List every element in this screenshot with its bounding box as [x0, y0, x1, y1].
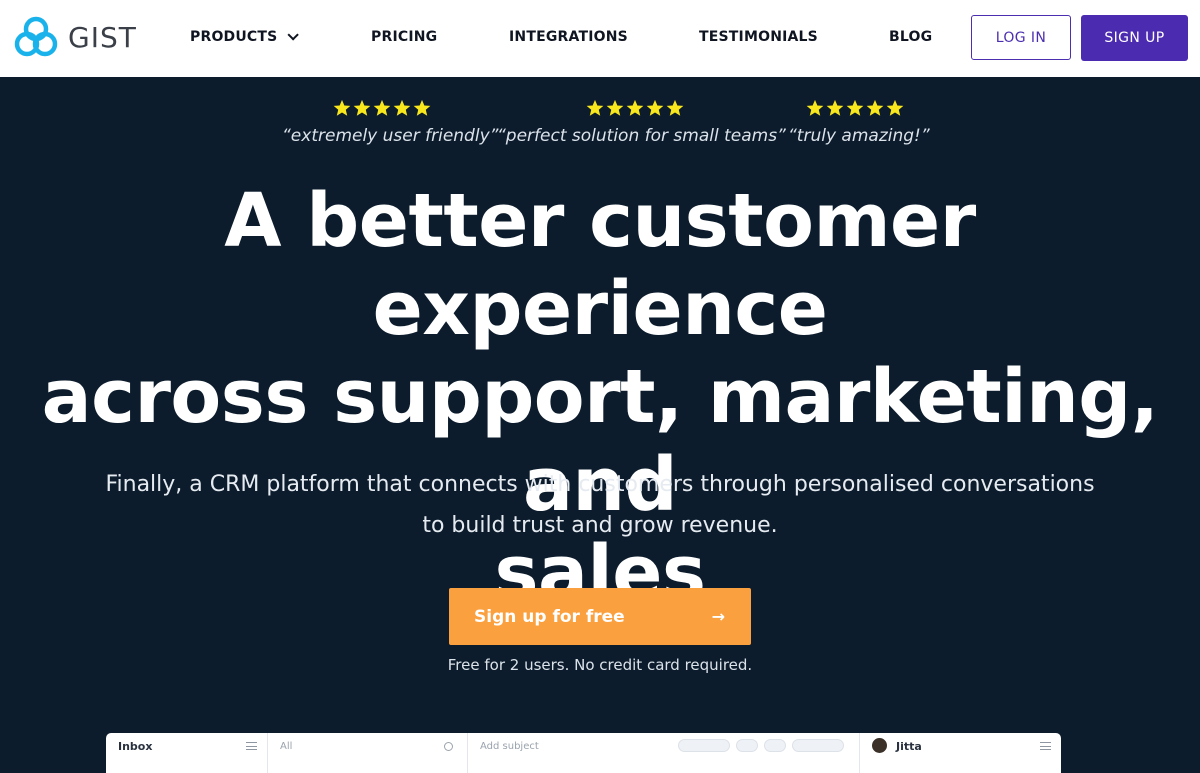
preview-contact-column: Jitta [860, 733, 1061, 773]
chevron-down-icon [287, 29, 300, 41]
menu-icon [246, 742, 257, 750]
review-card: “perfect solution for small teams” [497, 99, 786, 146]
nav-products[interactable]: PRODUCTS [190, 29, 300, 45]
preview-main-column: Add subject [468, 733, 860, 773]
star-icon [626, 99, 644, 116]
star-icon [353, 99, 371, 116]
menu-icon [1040, 742, 1051, 750]
preview-chip [736, 739, 758, 752]
cta-note: Free for 2 users. No credit card require… [447, 656, 753, 674]
preview-contact-name: Jitta [896, 740, 922, 753]
star-rating [282, 99, 482, 117]
hero-subheadline-line: Finally, a CRM platform that connects wi… [105, 472, 1095, 497]
star-icon [806, 99, 824, 116]
nav-integrations[interactable]: INTEGRATIONS [509, 29, 628, 45]
star-icon [826, 99, 844, 116]
brand-name: GIST [68, 20, 137, 54]
star-icon [333, 99, 351, 116]
gist-logo-icon [14, 16, 58, 57]
preview-inbox-label: Inbox [118, 740, 153, 753]
star-icon [646, 99, 664, 116]
star-icon [666, 99, 684, 116]
preview-list-column: All [268, 733, 468, 773]
star-icon [866, 99, 884, 116]
preview-list-filter: All [280, 741, 293, 752]
arrow-right-icon: → [711, 607, 725, 626]
hero-section: “extremely user friendly” “perfect solut… [0, 77, 1200, 773]
signup-free-button[interactable]: Sign up for free → [449, 588, 751, 645]
brand-logo-link[interactable]: GIST [14, 16, 137, 58]
star-icon [586, 99, 604, 116]
review-card: “truly amazing!” [788, 99, 930, 146]
avatar [872, 738, 887, 753]
star-icon [413, 99, 431, 116]
star-rating [497, 99, 773, 117]
star-icon [846, 99, 864, 116]
star-icon [886, 99, 904, 116]
review-quote: “truly amazing!” [788, 126, 930, 146]
signup-button[interactable]: SIGN UP [1081, 15, 1188, 61]
preview-inbox-column: Inbox [106, 733, 268, 773]
nav-testimonials[interactable]: TESTIMONIALS [699, 29, 818, 45]
nav-products-label: PRODUCTS [190, 29, 278, 45]
nav-pricing[interactable]: PRICING [371, 29, 437, 45]
top-navigation-bar: GIST PRODUCTS PRICING INTEGRATIONS TESTI… [0, 0, 1200, 77]
login-button[interactable]: LOG IN [971, 15, 1071, 60]
nav-blog[interactable]: BLOG [889, 29, 932, 45]
hero-subheadline: Finally, a CRM platform that connects wi… [80, 464, 1120, 546]
hero-subheadline-line: to build trust and grow revenue. [422, 513, 778, 538]
app-preview-screenshot: Inbox All Add subject Jitta [106, 733, 1061, 773]
review-card: “extremely user friendly” [282, 99, 499, 146]
preview-subject-placeholder: Add subject [480, 741, 539, 752]
star-icon [393, 99, 411, 116]
preview-chip [764, 739, 786, 752]
star-rating [788, 99, 922, 117]
hero-headline-line: A better customer experience [224, 178, 976, 352]
review-quote: “extremely user friendly” [282, 126, 499, 146]
signup-free-label: Sign up for free [474, 606, 625, 627]
star-icon [373, 99, 391, 116]
star-icon [606, 99, 624, 116]
preview-chip [792, 739, 844, 752]
hero-headline: A better customer experience across supp… [30, 177, 1170, 617]
preview-chip [678, 739, 730, 752]
review-quote: “perfect solution for small teams” [497, 126, 786, 146]
